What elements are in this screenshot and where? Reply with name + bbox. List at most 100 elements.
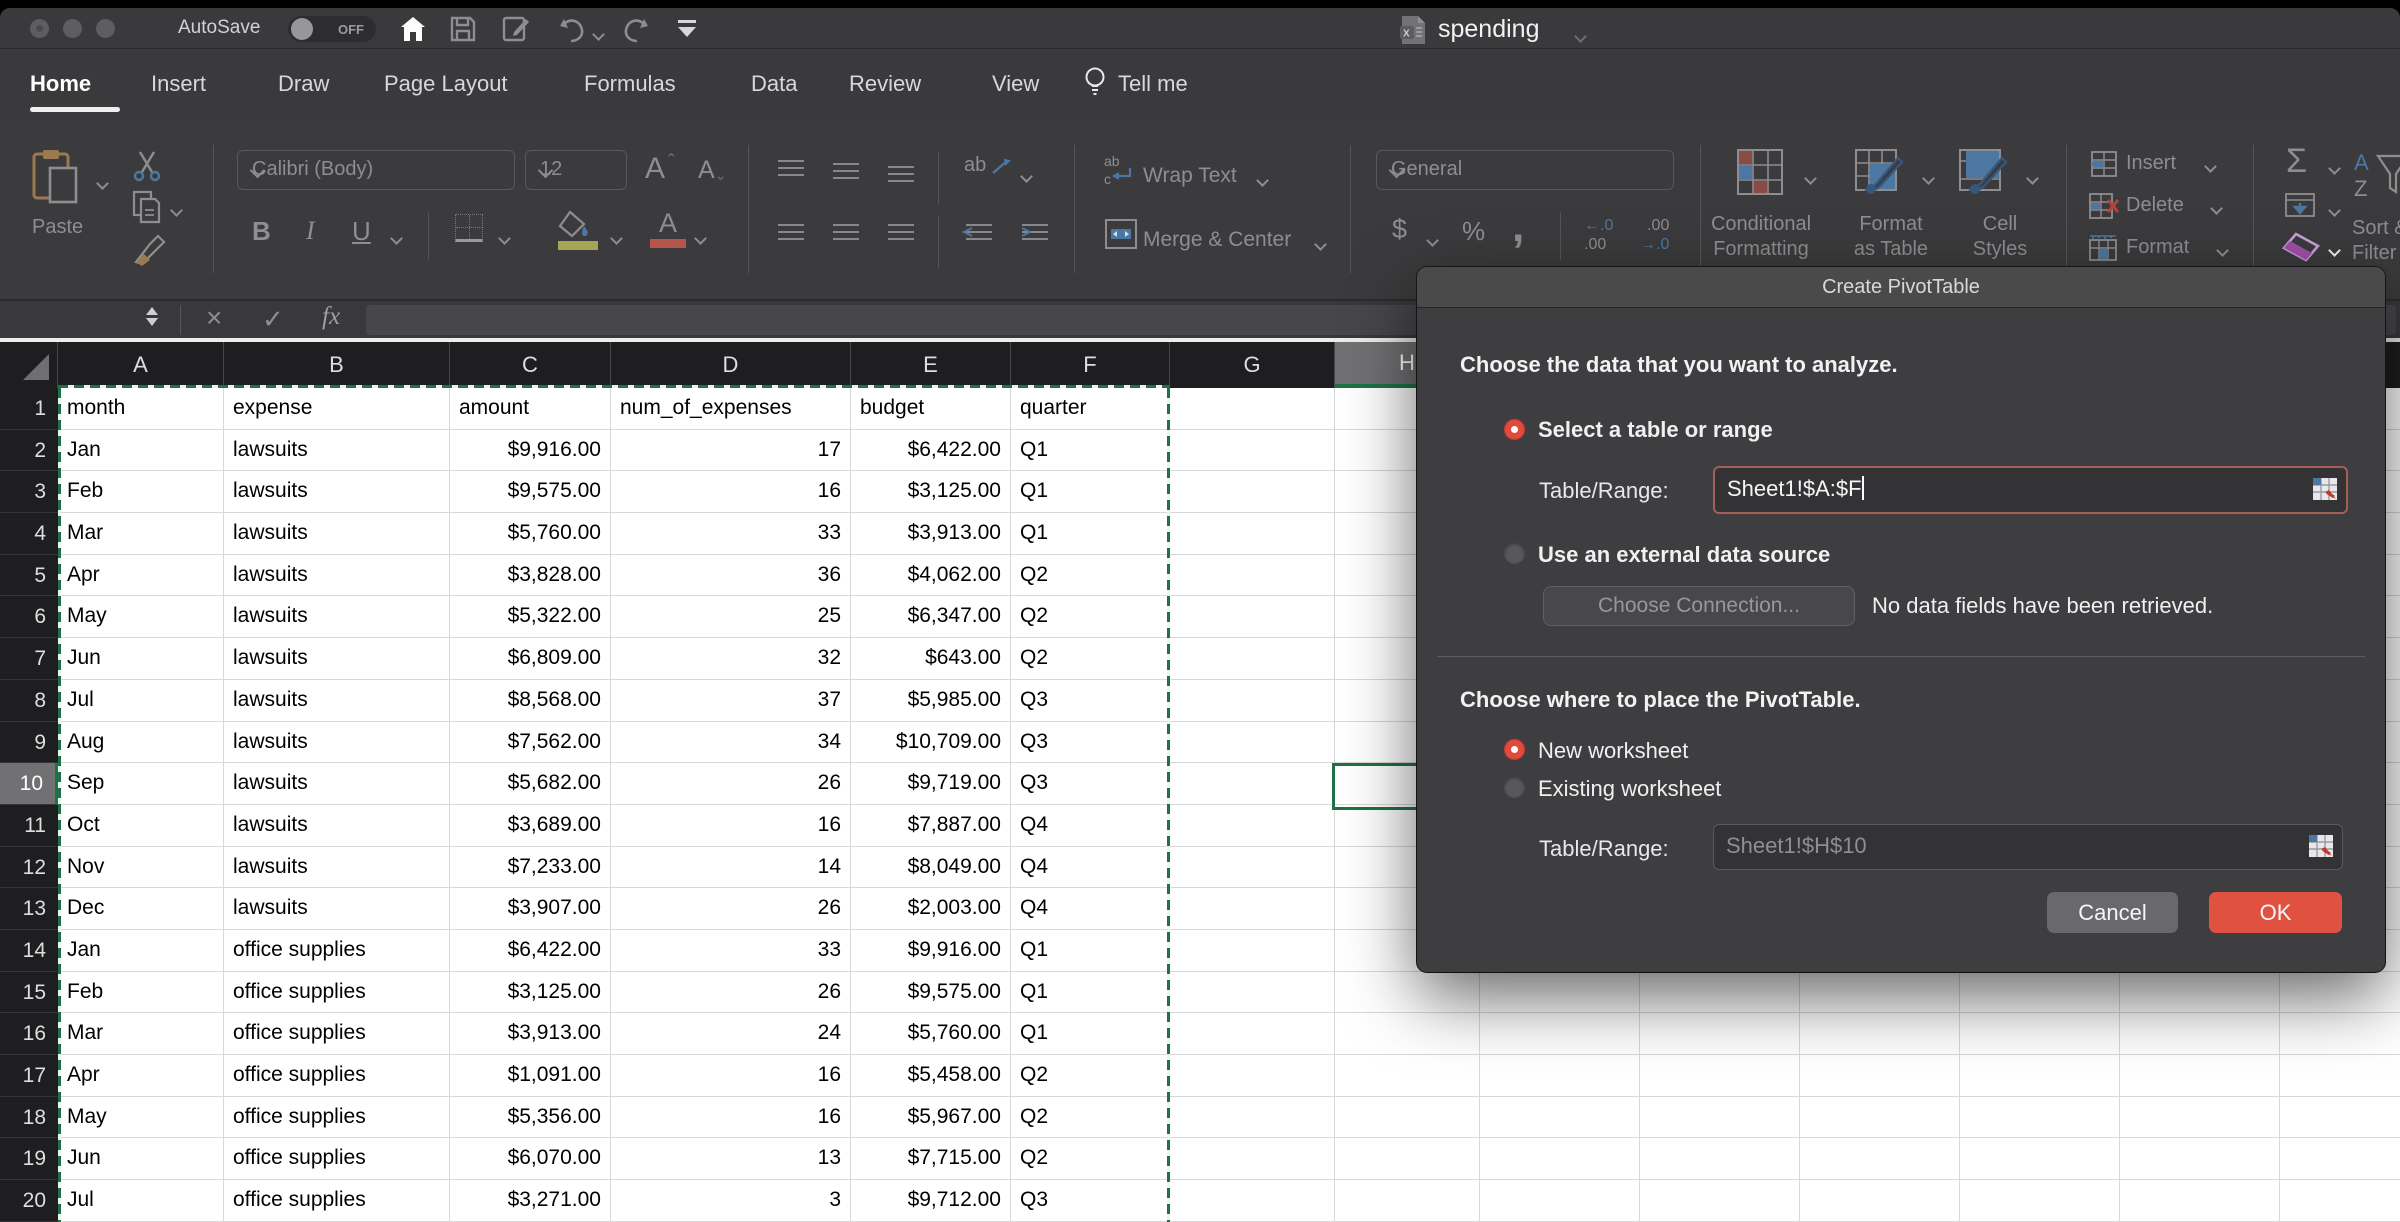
cell[interactable]	[1480, 1138, 1640, 1180]
tab-data[interactable]: Data	[751, 71, 797, 97]
cell[interactable]: Q3	[1011, 680, 1170, 722]
cell[interactable]: quarter	[1011, 388, 1170, 430]
cell[interactable]: office supplies	[224, 972, 450, 1014]
cell[interactable]	[1640, 1013, 1800, 1055]
save-icon[interactable]	[450, 16, 476, 42]
radio-existing-worksheet-label[interactable]: Existing worksheet	[1538, 776, 1721, 802]
cell[interactable]: $5,682.00	[450, 763, 611, 805]
cell[interactable]: lawsuits	[224, 555, 450, 597]
row-header[interactable]: 8	[0, 680, 58, 722]
column-header-c[interactable]: C	[450, 342, 611, 388]
cell[interactable]: Oct	[58, 805, 224, 847]
cell[interactable]: $8,049.00	[851, 847, 1011, 889]
cell-styles-chevron[interactable]	[2028, 170, 2037, 188]
cell[interactable]	[1335, 1180, 1480, 1222]
cancel-entry-icon[interactable]: ×	[206, 302, 222, 334]
clear-eraser-icon[interactable]	[2282, 232, 2320, 262]
cell[interactable]: office supplies	[224, 1180, 450, 1222]
table-range-input[interactable]: Sheet1!$A:$F	[1713, 466, 2348, 514]
cell[interactable]	[2280, 1055, 2400, 1097]
cell[interactable]	[1800, 1097, 1960, 1139]
italic-icon[interactable]: I	[306, 216, 315, 246]
cell[interactable]	[1335, 972, 1480, 1014]
cell[interactable]: Feb	[58, 471, 224, 513]
cell[interactable]: Q2	[1011, 596, 1170, 638]
column-header-b[interactable]: B	[224, 342, 450, 388]
align-top-icon[interactable]	[778, 160, 804, 176]
merge-center-label[interactable]: Merge & Center	[1143, 228, 1291, 252]
decrease-decimal-icon[interactable]: ←.0.00	[1584, 216, 1613, 254]
cell[interactable]: lawsuits	[224, 847, 450, 889]
name-box-spinner[interactable]	[146, 307, 158, 326]
cell[interactable]: 16	[611, 805, 851, 847]
cell[interactable]: lawsuits	[224, 805, 450, 847]
cell[interactable]	[1480, 1180, 1640, 1222]
column-header-g[interactable]: G	[1170, 342, 1335, 388]
cell[interactable]: Jun	[58, 638, 224, 680]
cell[interactable]: lawsuits	[224, 638, 450, 680]
radio-select-table-range[interactable]	[1504, 419, 1525, 440]
tab-tell-me[interactable]: Tell me	[1118, 71, 1188, 97]
cell[interactable]	[1170, 638, 1335, 680]
cell[interactable]: budget	[851, 388, 1011, 430]
cell[interactable]: $3,907.00	[450, 888, 611, 930]
copy-menu-chevron[interactable]	[172, 202, 181, 220]
cell[interactable]: $5,967.00	[851, 1097, 1011, 1139]
column-header-e[interactable]: E	[851, 342, 1011, 388]
cell[interactable]	[1480, 1097, 1640, 1139]
cell[interactable]: $3,828.00	[450, 555, 611, 597]
window-zoom-button[interactable]	[96, 19, 115, 38]
cell[interactable]	[1480, 1055, 1640, 1097]
cell[interactable]: 16	[611, 1097, 851, 1139]
cell[interactable]: $3,913.00	[851, 513, 1011, 555]
cell[interactable]: Sep	[58, 763, 224, 805]
underline-menu-chevron[interactable]	[392, 230, 401, 248]
home-icon[interactable]	[398, 14, 428, 44]
cell[interactable]: num_of_expenses	[611, 388, 851, 430]
cell[interactable]: $9,719.00	[851, 763, 1011, 805]
autosum-chevron[interactable]	[2330, 160, 2339, 178]
cell[interactable]: 17	[611, 430, 851, 472]
format-as-table-chevron[interactable]	[1924, 170, 1933, 188]
cell[interactable]	[1480, 1013, 1640, 1055]
delete-cells-chevron[interactable]	[2212, 200, 2221, 218]
cell[interactable]	[1170, 1097, 1335, 1139]
cell[interactable]: lawsuits	[224, 430, 450, 472]
cell-styles-label[interactable]: CellStyles	[1950, 212, 2050, 262]
delete-cells-label[interactable]: Delete	[2126, 194, 2184, 217]
delete-cells-icon[interactable]	[2088, 192, 2120, 220]
cell[interactable]: $7,887.00	[851, 805, 1011, 847]
insert-cells-chevron[interactable]	[2206, 158, 2215, 176]
cell[interactable]: Q2	[1011, 555, 1170, 597]
window-close-button[interactable]	[30, 19, 49, 38]
cell[interactable]: 26	[611, 972, 851, 1014]
cell[interactable]: Dec	[58, 888, 224, 930]
cell[interactable]	[1960, 1138, 2120, 1180]
cell[interactable]: $4,062.00	[851, 555, 1011, 597]
cell[interactable]: Q3	[1011, 763, 1170, 805]
column-header-d[interactable]: D	[611, 342, 851, 388]
decrease-font-icon[interactable]: A⌄	[698, 156, 726, 185]
format-cells-label[interactable]: Format	[2126, 236, 2189, 259]
cell[interactable]: 3	[611, 1180, 851, 1222]
currency-icon[interactable]: $	[1392, 214, 1407, 245]
autosave-toggle[interactable]: OFF	[288, 16, 376, 42]
comma-icon[interactable]: ,	[1512, 202, 1524, 252]
tab-insert[interactable]: Insert	[151, 71, 206, 97]
cell[interactable]: Q2	[1011, 638, 1170, 680]
row-header-selected[interactable]: 10	[0, 763, 58, 805]
cell[interactable]: 16	[611, 471, 851, 513]
row-header[interactable]: 18	[0, 1097, 58, 1139]
cell[interactable]	[1170, 972, 1335, 1014]
cell[interactable]: month	[58, 388, 224, 430]
undo-menu-chevron[interactable]	[594, 26, 603, 44]
sort-filter-icon[interactable]: AZ	[2352, 148, 2400, 206]
confirm-entry-icon[interactable]: ✓	[262, 304, 284, 335]
customize-toolbar-icon[interactable]	[678, 20, 696, 37]
cell[interactable]: May	[58, 1097, 224, 1139]
undo-icon[interactable]	[556, 16, 586, 44]
row-header[interactable]: 17	[0, 1055, 58, 1097]
cell[interactable]: $5,760.00	[851, 1013, 1011, 1055]
row-header[interactable]: 14	[0, 930, 58, 972]
cell[interactable]	[1640, 1180, 1800, 1222]
